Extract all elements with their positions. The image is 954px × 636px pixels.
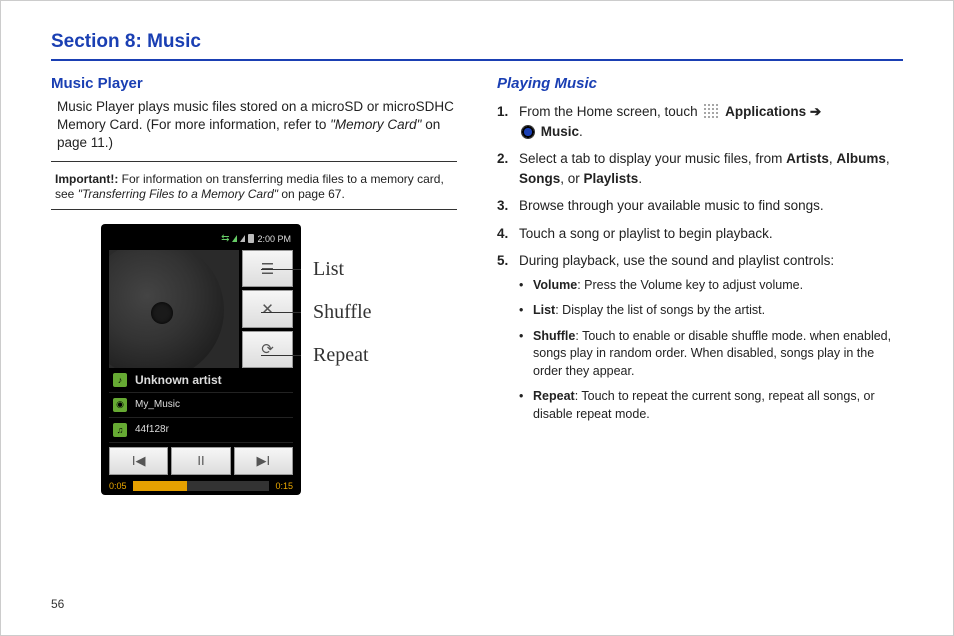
volume-text: : Press the Volume key to adjust volume. [577, 278, 803, 292]
volume-label: Volume [533, 278, 577, 292]
track-row: ♫ 44f128r [109, 418, 293, 443]
list-label: List [533, 303, 555, 317]
music-player-intro: Music Player plays music files stored on… [57, 98, 457, 153]
step-3: 3. Browse through your available music t… [497, 196, 903, 216]
callout-list: List [313, 258, 344, 281]
track-name: 44f128r [135, 424, 169, 435]
callout-repeat: Repeat [313, 344, 369, 367]
memory-card-reference: "Memory Card" [330, 117, 421, 132]
list-text: : Display the list of songs by the artis… [555, 303, 765, 317]
next-icon: ▶I [257, 453, 271, 469]
battery-icon [248, 234, 254, 243]
section-title: Section 8: Music [51, 31, 903, 61]
repeat-button[interactable]: ⟳ [242, 331, 293, 368]
artists-label: Artists [786, 151, 829, 166]
applications-label: Applications [725, 104, 806, 119]
bullet-repeat: •Repeat: Touch to repeat the current son… [519, 388, 903, 423]
step1-end: . [579, 124, 583, 139]
step-2: 2. Select a tab to display your music fi… [497, 149, 903, 188]
music-player-heading: Music Player [51, 75, 457, 92]
wifi-icon: ⇆ [221, 233, 229, 244]
important-note: Important!: For information on transferr… [51, 172, 457, 203]
next-button[interactable]: ▶I [234, 447, 293, 475]
artist-row: ♪ Unknown artist [109, 368, 293, 393]
shuffle-text: : Touch to enable or disable shuffle mod… [533, 329, 891, 378]
shuffle-icon: ✕ [261, 300, 274, 318]
bullet-list: •List: Display the list of songs by the … [519, 302, 903, 320]
callout-connector [261, 312, 301, 313]
time-total: 0:15 [275, 481, 293, 491]
songs-label: Songs [519, 171, 560, 186]
album-art [109, 250, 239, 368]
repeat-label: Repeat [533, 389, 575, 403]
callout-labels: List Shuffle Repeat [311, 224, 372, 367]
callout-connector [261, 355, 301, 356]
progress-fill [133, 481, 188, 491]
progress-row: 0:05 0:15 [109, 481, 293, 491]
album-icon: ◉ [113, 398, 127, 412]
phone-screenshot: ⇆ 2:00 PM ☰ [101, 224, 301, 495]
artist-icon: ♪ [113, 373, 127, 387]
artist-name: Unknown artist [135, 373, 222, 387]
important-text-b: on page 67. [278, 187, 345, 201]
step-4: 4. Touch a song or playlist to begin pla… [497, 224, 903, 244]
previous-button[interactable]: I◀ [109, 447, 168, 475]
step2-text: Select a tab to display your music files… [519, 151, 786, 166]
signal-icon-2 [240, 235, 245, 242]
pause-button[interactable]: II [171, 447, 230, 475]
music-target-icon [521, 125, 535, 139]
signal-icon [232, 235, 237, 242]
step5-text: During playback, use the sound and playl… [519, 253, 834, 268]
repeat-text: : Touch to repeat the current song, repe… [533, 389, 875, 421]
track-icon: ♫ [113, 423, 127, 437]
bullet-shuffle: •Shuffle: Touch to enable or disable shu… [519, 328, 903, 381]
status-time: 2:00 PM [257, 234, 291, 244]
right-column: Playing Music 1. From the Home screen, t… [497, 75, 903, 495]
divider [51, 161, 457, 162]
apps-grid-icon [703, 103, 719, 119]
previous-icon: I◀ [132, 453, 146, 469]
divider [51, 209, 457, 210]
callout-connector [261, 269, 301, 270]
important-label: Important!: [55, 172, 118, 186]
bullet-volume: •Volume: Press the Volume key to adjust … [519, 277, 903, 295]
left-column: Music Player Music Player plays music fi… [51, 75, 457, 495]
transferring-files-reference: "Transferring Files to a Memory Card" [78, 187, 278, 201]
step-1: 1. From the Home screen, touch Applicati… [497, 102, 903, 141]
arrow-right-icon: ➔ [810, 102, 821, 122]
page-number: 56 [51, 597, 64, 611]
step1-text-a: From the Home screen, touch [519, 104, 701, 119]
shuffle-button[interactable]: ✕ [242, 290, 293, 327]
progress-bar[interactable] [133, 481, 270, 491]
albums-label: Albums [836, 151, 886, 166]
callout-shuffle: Shuffle [313, 301, 372, 324]
album-row: ◉ My_Music [109, 393, 293, 418]
controls-bullet-list: •Volume: Press the Volume key to adjust … [519, 277, 903, 424]
music-label: Music [541, 124, 579, 139]
playlists-label: Playlists [584, 171, 639, 186]
step-5: 5. During playback, use the sound and pl… [497, 251, 903, 431]
status-bar: ⇆ 2:00 PM [109, 232, 293, 246]
album-name: My_Music [135, 399, 180, 410]
pause-icon: II [197, 453, 204, 468]
instruction-list: 1. From the Home screen, touch Applicati… [497, 102, 903, 431]
playing-music-heading: Playing Music [497, 75, 903, 92]
time-elapsed: 0:05 [109, 481, 127, 491]
shuffle-label: Shuffle [533, 329, 575, 343]
